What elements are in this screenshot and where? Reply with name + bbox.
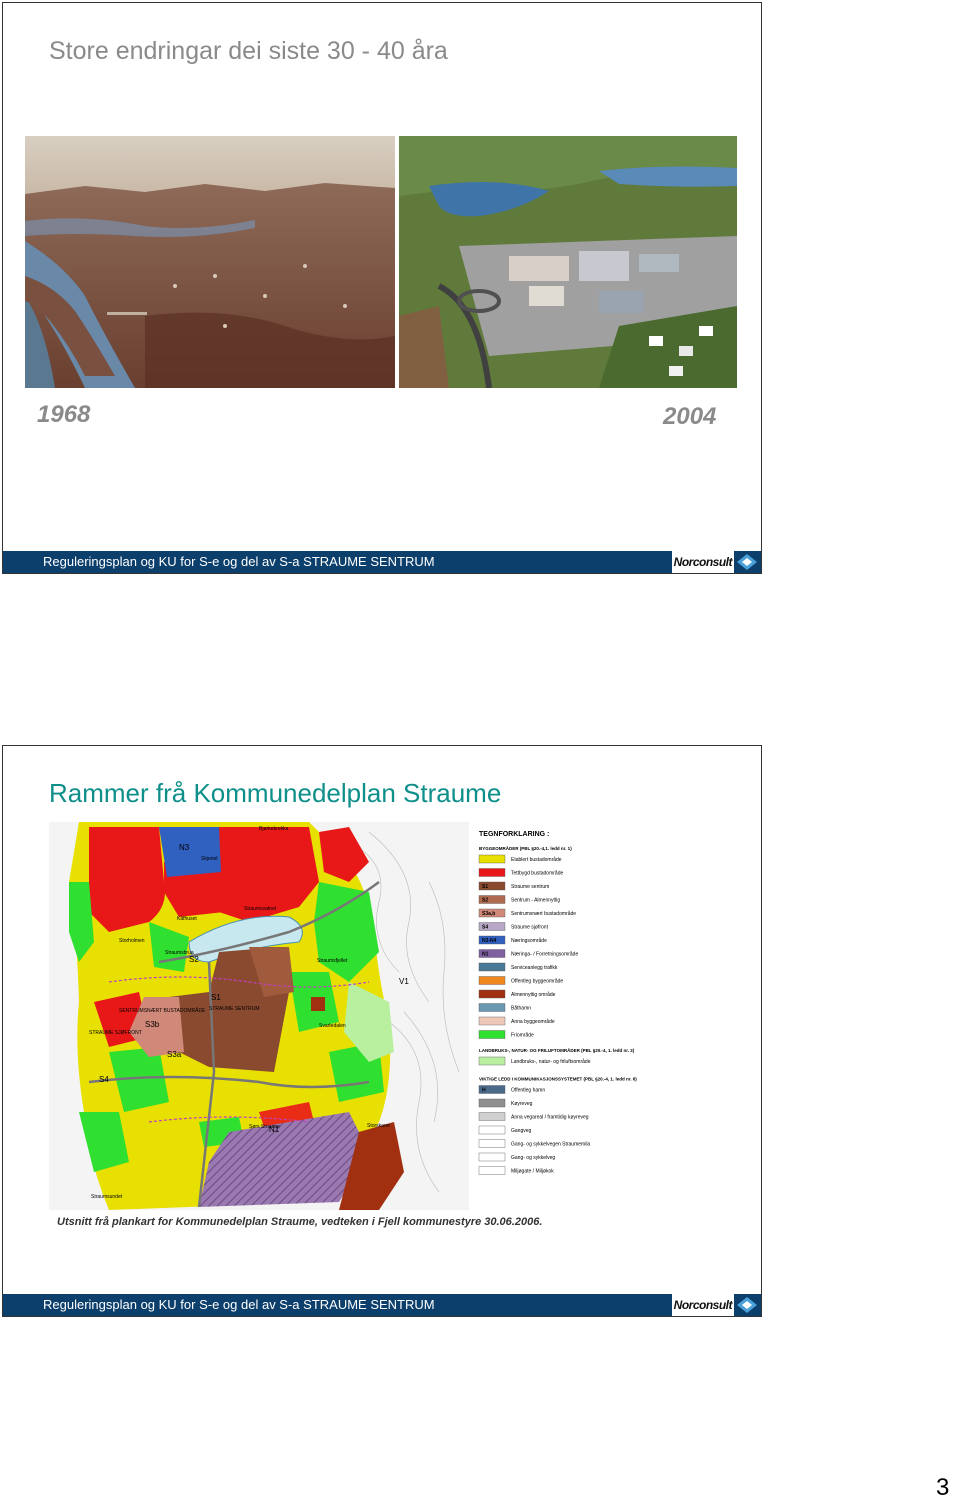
legend-code: S3a,b	[482, 911, 495, 917]
legend-item-label: Offentleg hamn	[511, 1088, 545, 1094]
legend-code: S1	[482, 884, 488, 890]
legend-item-label: Miljøgate / Miljøkok	[511, 1169, 554, 1175]
legend-item-label: Anna vegareal / framtidig køyreveg	[511, 1115, 589, 1121]
slide-2: Rammer frå Kommunedelplan Straume N3 Skj…	[2, 745, 762, 1317]
legend-item-label: Næringa- / Forretningsområde	[511, 951, 578, 958]
legend-code: N1	[482, 952, 489, 958]
map-label: Storholmen	[119, 938, 145, 944]
year-label-1968: 1968	[37, 401, 91, 428]
map-label: Straumsundet	[91, 1194, 123, 1200]
footer-text: Reguleringsplan og KU for S-e og del av …	[43, 1297, 435, 1312]
map-label: S2	[189, 955, 199, 964]
legend-title: TEGNFORKLARING :	[479, 831, 549, 838]
legend-item-label: Køyreveg	[511, 1101, 533, 1107]
map-label: Svartedalen	[319, 1023, 346, 1029]
legend-section: LANDBRUKS-, NATUR- OG FRILUFTOMRÅDER (PB…	[479, 1047, 635, 1053]
map-label: STRAUME SENTRUM	[209, 1006, 260, 1012]
legend-item-label: Næringsområde	[511, 937, 547, 944]
map-label: N3	[179, 843, 190, 852]
legend-item-label: Gang- og sykkelveg	[511, 1155, 555, 1161]
legend-code: N3-N4	[482, 938, 497, 944]
map-label: Straumsvatnet	[244, 906, 277, 912]
legend-swatch	[478, 1166, 506, 1175]
legend-code: S4	[482, 925, 488, 931]
aerial-photo-2004	[399, 136, 737, 388]
legend-item-label: Landbruks-, natur- og friluftsområde	[511, 1058, 591, 1065]
legend-swatch	[478, 989, 506, 999]
plan-map: N3 Skjenet S1 STRAUME SENTRUM S2 S3b S3a S4 N1 V1…	[49, 822, 653, 1210]
year-label-2004: 2004	[663, 403, 717, 430]
legend-swatch	[478, 868, 506, 877]
diamond-logo-icon	[737, 554, 757, 570]
slide-title: Store endringar dei siste 30 - 40 åra	[49, 37, 448, 65]
legend-swatch	[478, 976, 506, 985]
legend-swatch	[478, 1003, 506, 1012]
legend-item-label: Båthamn	[511, 1005, 531, 1012]
legend-item-label: Gang- og sykkelvegen Straumemila	[511, 1142, 590, 1148]
logo-wordmark: Norconsult	[671, 551, 734, 573]
map-label: SENTRUMSNÆRT BUSTADOMRÅDE	[119, 1007, 206, 1014]
map-caption: Utsnitt frå plankart for Kommunedelplan …	[57, 1216, 543, 1228]
legend-item-label: Friområde	[511, 1032, 534, 1039]
legend-swatch	[478, 1139, 506, 1148]
legend-code: S2	[482, 898, 488, 904]
legend-swatch	[478, 1056, 506, 1066]
legend-swatch	[478, 1112, 506, 1121]
legend-item-label: Straume sjøfront	[511, 925, 549, 931]
legend-item-label: Sentrumsnært bustadområde	[511, 910, 576, 917]
legend-swatch	[478, 1152, 506, 1162]
map-label: S1	[211, 993, 221, 1002]
legend-section: BYGGEOMRÅDER (PBL §20.-4,1. ledd nr. 1)	[479, 845, 572, 851]
map-label: Kåfhuset	[177, 915, 197, 922]
slide-footer: Reguleringsplan og KU for S-e og del av …	[3, 551, 761, 573]
norconsult-logo: Norconsult	[671, 1294, 757, 1316]
legend-item-label: Tettbygd bustadområde	[511, 870, 563, 877]
map-label: S4	[99, 1075, 109, 1084]
slide-title: Rammer frå Kommunedelplan Straume	[49, 778, 502, 808]
legend-item-label: Serviceanlegg trafikk	[511, 965, 558, 971]
map-label: Storskaret	[367, 1123, 390, 1129]
slide-1: Store endringar dei siste 30 - 40 åra 19…	[2, 2, 762, 574]
map-label: Skjenet	[201, 856, 218, 862]
legend-item-label: Straume sentrum	[511, 884, 549, 890]
legend-code: H	[482, 1088, 486, 1094]
aerial-photo-1968	[25, 136, 395, 388]
footer-text: Reguleringsplan og KU for S-e og del av …	[43, 554, 435, 569]
map-label: S3b	[145, 1020, 160, 1029]
legend-item-label: Sentrum - Almennyttig	[511, 898, 560, 904]
map-label: Bjørkebrekka	[259, 826, 289, 832]
legend-section: VIKTIGE LEDD I KOMMUNIKASJONSSYSTEMET (P…	[479, 1077, 637, 1082]
legend-item-label: Etablert bustadområde	[511, 856, 562, 863]
legend-swatch	[478, 1098, 506, 1108]
map-label: STRAUME SJØFRONT	[89, 1030, 142, 1036]
legend-item-label: Offentleg byggeområde	[511, 978, 563, 985]
map-label: Straumsfjellet	[317, 958, 348, 964]
map-label: Straumsbrua	[165, 950, 194, 956]
norconsult-logo: Norconsult	[671, 551, 757, 573]
legend-item-label: Almennyttig område	[511, 991, 556, 998]
legend-item-label: Anna byggeområde	[511, 1018, 555, 1025]
page-number: 3	[936, 1474, 950, 1501]
map-label: Sørs Straume	[249, 1124, 280, 1130]
map-label: V1	[399, 977, 409, 986]
map-label: S3a	[167, 1050, 182, 1059]
legend-swatch	[478, 1125, 506, 1135]
logo-wordmark: Norconsult	[671, 1294, 734, 1316]
legend-swatch	[478, 854, 506, 864]
slide-footer: Reguleringsplan og KU for S-e og del av …	[3, 1294, 761, 1316]
legend-swatch	[478, 1016, 506, 1026]
legend-item-label: Gangveg	[511, 1128, 532, 1134]
legend-swatch	[478, 1030, 506, 1039]
diamond-logo-icon	[737, 1297, 757, 1313]
legend-swatch	[478, 962, 506, 972]
